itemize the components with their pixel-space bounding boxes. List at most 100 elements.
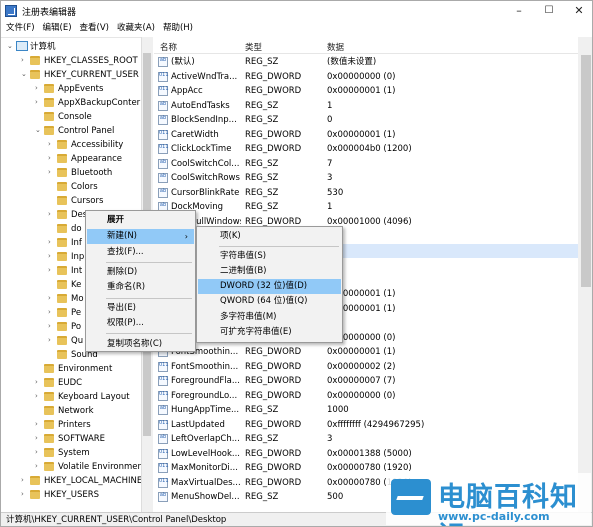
value-row[interactable]: ab CoolSwitchRows REG_SZ 3 — [154, 171, 578, 185]
menu-help[interactable]: 帮助(H) — [159, 21, 197, 36]
submenu-item[interactable]: QWORD (64 位)值(Q) — [198, 294, 341, 309]
expand-arrow-icon[interactable]: › — [21, 477, 28, 484]
value-row[interactable]: ab CoolSwitchCol... REG_SZ 7 — [154, 157, 578, 171]
tree-node[interactable]: › Printers — [1, 418, 141, 432]
submenu-item[interactable]: 二进制值(B) — [198, 264, 341, 279]
expand-arrow-icon[interactable]: › — [35, 463, 42, 470]
tree-node[interactable]: › System — [1, 446, 141, 460]
context-menu-item[interactable]: 复制项名称(C) — [87, 337, 194, 352]
expand-arrow-icon[interactable]: › — [35, 449, 42, 456]
menu-file[interactable]: 文件(F) — [1, 21, 39, 36]
expand-arrow-icon[interactable]: › — [48, 337, 55, 344]
tree-node[interactable]: Colors — [1, 180, 141, 194]
expand-arrow-icon[interactable]: › — [48, 267, 55, 274]
value-row[interactable]: 011 AppAcc REG_DWORD 0x00000001 (1) — [154, 84, 578, 98]
expand-arrow-icon[interactable]: › — [21, 491, 28, 498]
tree-node[interactable]: › HKEY_CLASSES_ROOT — [1, 54, 141, 68]
tree-node[interactable]: Console — [1, 110, 141, 124]
value-row[interactable]: ab BlockSendInp... REG_SZ 0 — [154, 113, 578, 127]
value-row[interactable]: 011 LowLevelHook... REG_DWORD 0x00001388 (5… — [154, 447, 578, 461]
value-row[interactable]: 011 ForegroundLo... REG_DWORD 0x00000000 (0… — [154, 389, 578, 403]
value-row[interactable]: ab AutoEndTasks REG_SZ 1 — [154, 99, 578, 113]
column-header-data[interactable]: 数据 — [327, 41, 344, 53]
value-row[interactable]: 011 CaretWidth REG_DWORD 0x00000001 (1) — [154, 128, 578, 142]
menu-view[interactable]: 查看(V) — [76, 21, 113, 36]
expand-arrow-icon[interactable]: › — [48, 323, 55, 330]
submenu-arrow-icon: › — [184, 232, 188, 241]
column-header-name[interactable]: 名称 — [160, 41, 177, 53]
value-row[interactable]: 011 ActiveWndTra... REG_DWORD 0x00000000 (0… — [154, 70, 578, 84]
title-bar[interactable]: 注册表编辑器 – ☐ ✕ — [1, 1, 592, 21]
value-row[interactable]: ab DockMoving REG_SZ 1 — [154, 200, 578, 214]
close-button[interactable]: ✕ — [564, 1, 592, 21]
value-row[interactable]: ab CursorBlinkRate REG_SZ 530 — [154, 186, 578, 200]
tree-node[interactable]: Cursors — [1, 194, 141, 208]
context-menu-item[interactable]: 新建(N) › — [87, 229, 194, 244]
value-row[interactable]: 011 FontSmoothin... REG_DWORD 0x00000002 (2… — [154, 360, 578, 374]
value-list-scrollbar-thumb[interactable] — [581, 55, 591, 287]
submenu-item[interactable]: 可扩充字符串值(E) — [198, 325, 341, 340]
tree-node[interactable]: › Appearance — [1, 152, 141, 166]
context-menu-item[interactable]: 查找(F)... — [87, 245, 194, 260]
expand-arrow-icon[interactable]: › — [48, 169, 55, 176]
menu-bar: 文件(F) 编辑(E) 查看(V) 收藏夹(A) 帮助(H) — [1, 21, 592, 36]
context-menu-item[interactable]: 重命名(R) — [87, 280, 194, 295]
context-menu-item[interactable]: 权限(P)... — [87, 316, 194, 331]
value-row[interactable]: ab HungAppTime... REG_SZ 1000 — [154, 403, 578, 417]
expand-arrow-icon[interactable]: › — [35, 99, 42, 106]
expand-arrow-icon[interactable]: › — [48, 253, 55, 260]
context-menu-item[interactable]: 删除(D) — [87, 265, 194, 280]
expand-arrow-icon[interactable]: › — [35, 379, 42, 386]
minimize-button[interactable]: – — [504, 1, 534, 21]
tree-node[interactable]: ⌄ 计算机 — [1, 40, 141, 54]
expand-arrow-icon[interactable]: › — [48, 155, 55, 162]
expand-arrow-icon[interactable]: › — [35, 393, 42, 400]
tree-node[interactable]: › AppEvents — [1, 82, 141, 96]
tree-node[interactable]: › Bluetooth — [1, 166, 141, 180]
tree-node-label: do — [71, 224, 82, 234]
expand-arrow-icon[interactable]: › — [35, 421, 42, 428]
tree-node[interactable]: Network — [1, 404, 141, 418]
submenu-item[interactable]: DWORD (32 位)值(D) — [198, 279, 341, 294]
value-row[interactable]: 011FontSmoothin...REG_DWORD0x00000001 (1… — [154, 345, 578, 359]
tree-node[interactable]: › HKEY_LOCAL_MACHINE — [1, 474, 142, 488]
tree-node[interactable]: › SOFTWARE — [1, 432, 141, 446]
tree-node[interactable]: Environment — [1, 362, 141, 376]
expand-arrow-icon[interactable]: › — [21, 57, 28, 64]
expand-arrow-icon[interactable]: › — [48, 309, 55, 316]
tree-node[interactable]: ⌄ Control Panel — [1, 124, 141, 138]
submenu-item[interactable]: 项(K) — [198, 229, 341, 244]
expand-arrow-icon[interactable]: › — [35, 85, 42, 92]
menu-favorites[interactable]: 收藏夹(A) — [113, 21, 159, 36]
expand-arrow-icon[interactable]: › — [48, 239, 55, 246]
folder-icon — [44, 406, 54, 415]
submenu-item[interactable]: 字符串值(S) — [198, 249, 341, 264]
value-row[interactable]: 011 ClickLockTime REG_DWORD 0x000004b0 (120… — [154, 142, 578, 156]
context-menu-item[interactable]: 导出(E) — [87, 301, 194, 316]
expand-arrow-icon[interactable]: › — [48, 211, 55, 218]
expand-arrow-icon[interactable]: › — [48, 295, 55, 302]
value-row[interactable]: 011 ForegroundFla... REG_DWORD 0x00000007 (… — [154, 374, 578, 388]
value-row[interactable]: ab (默认) REG_SZ (数值未设置) — [154, 55, 578, 69]
expand-arrow-icon[interactable]: › — [48, 141, 55, 148]
maximize-button[interactable]: ☐ — [534, 1, 564, 21]
value-row[interactable]: 011 LastUpdated REG_DWORD 0xffffffff (42949… — [154, 418, 578, 432]
value-row[interactable]: ab LeftOverlapCh... REG_SZ 3 — [154, 432, 578, 446]
tree-node[interactable]: › Keyboard Layout — [1, 390, 141, 404]
collapse-arrow-icon[interactable]: ⌄ — [35, 127, 42, 134]
collapse-arrow-icon[interactable]: ⌄ — [7, 43, 14, 50]
tree-node[interactable]: ⌄ HKEY_CURRENT_USER — [1, 68, 141, 82]
dword-icon: 011 — [158, 361, 169, 372]
context-menu-item[interactable]: 展开 — [87, 213, 194, 228]
tree-node[interactable]: › EUDC — [1, 376, 141, 390]
tree-node[interactable]: › Volatile Environmen — [1, 460, 143, 474]
menu-edit[interactable]: 编辑(E) — [39, 21, 76, 36]
ab-icon: ab — [158, 115, 168, 125]
column-header-type[interactable]: 类型 — [245, 41, 262, 53]
tree-node[interactable]: › Accessibility — [1, 138, 141, 152]
submenu-item[interactable]: 多字符串值(M) — [198, 310, 341, 325]
tree-node[interactable]: › AppXBackupConter — [1, 96, 141, 110]
collapse-arrow-icon[interactable]: ⌄ — [21, 71, 28, 78]
tree-node[interactable]: › HKEY_USERS — [1, 488, 141, 502]
expand-arrow-icon[interactable]: › — [35, 435, 42, 442]
